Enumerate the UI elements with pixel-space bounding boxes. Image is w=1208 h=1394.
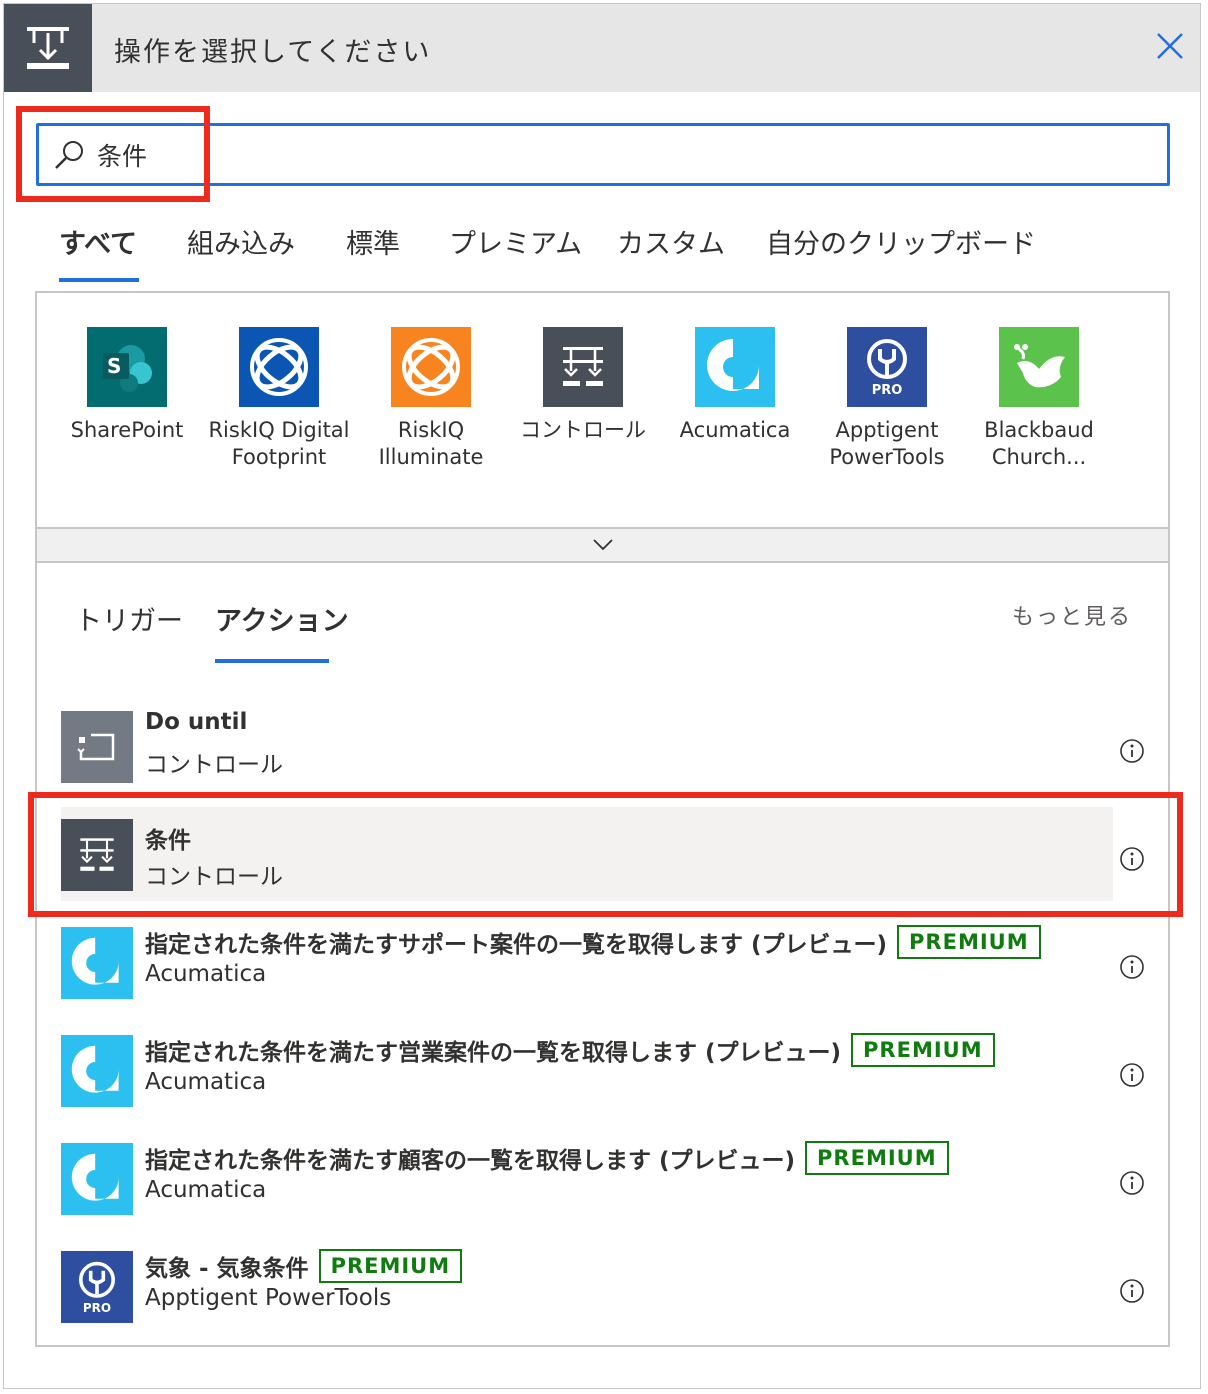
actions-section: トリガー アクション もっと見る Do until コントロール 条件 コントロ… [35, 563, 1170, 1347]
premium-badge: PREMIUM [851, 1033, 995, 1067]
search-input[interactable] [97, 134, 1147, 176]
subtab-triggers[interactable]: トリガー [75, 599, 183, 638]
action-picker-panel: 操作を選択してください すべて 組み込み 標準 プレミアム カスタム 自分のクリ… [3, 3, 1201, 1389]
connector-acumatica[interactable]: Acumatica [660, 327, 810, 444]
sharepoint-icon: S [87, 327, 167, 407]
riskiq-illuminate-icon [391, 327, 471, 407]
pro-label: PRO [82, 1301, 112, 1315]
action-weather-conditions[interactable]: PRO 気象 - 気象条件 PREMIUM Apptigent PowerTool… [61, 1249, 1113, 1349]
info-icon[interactable] [1119, 1062, 1145, 1088]
acumatica-icon [61, 927, 133, 999]
action-connector-name: Apptigent PowerTools [145, 1285, 392, 1311]
action-title: 条件 [145, 828, 191, 854]
pro-label: PRO [871, 383, 903, 398]
premium-badge: PREMIUM [318, 1249, 463, 1283]
apptigent-icon: PRO [847, 327, 927, 407]
connector-riskiq-illuminate[interactable]: RiskIQ Illuminate [356, 327, 506, 471]
chevron-down-icon [592, 539, 613, 551]
acumatica-icon [695, 327, 775, 407]
action-title: Do until [145, 709, 248, 735]
action-do-until[interactable]: Do until コントロール [61, 709, 1113, 809]
control-header-icon [4, 4, 92, 92]
connector-blackbaud[interactable]: Blackbaud Church... [964, 327, 1114, 471]
category-tabs: すべて 組み込み 標準 プレミアム カスタム 自分のクリップボード [4, 216, 1200, 286]
action-title: 指定された条件を満たすサポート案件の一覧を取得します (プレビュー) PREMIU… [145, 925, 1041, 959]
active-tab-indicator [59, 278, 139, 282]
see-more-link[interactable]: もっと見る [1012, 599, 1132, 631]
connector-apptigent[interactable]: PRO Apptigent PowerTools [812, 327, 962, 471]
action-acumatica-support-cases[interactable]: 指定された条件を満たすサポート案件の一覧を取得します (プレビュー) PREMIU… [61, 925, 1113, 1025]
connector-label: RiskIQ Illuminate [378, 418, 484, 469]
search-box [36, 123, 1170, 186]
premium-badge: PREMIUM [897, 925, 1041, 959]
panel-header: 操作を選択してください [4, 4, 1200, 92]
connector-label: SharePoint [70, 418, 184, 442]
action-connector-name: Acumatica [145, 1177, 267, 1203]
action-connector-name: Acumatica [145, 1069, 267, 1095]
action-connector-name: コントロール [145, 864, 283, 890]
action-title: 指定された条件を満たす顧客の一覧を取得します (プレビュー) PREMIUM [145, 1141, 949, 1175]
close-icon[interactable] [1150, 26, 1190, 66]
connector-label: Apptigent PowerTools [829, 418, 945, 469]
connector-label: RiskIQ Digital Footprint [208, 418, 350, 469]
info-icon[interactable] [1119, 1278, 1145, 1304]
connector-control[interactable]: コントロール [508, 327, 658, 444]
control-icon [543, 327, 623, 407]
acumatica-icon [61, 1143, 133, 1215]
tab-standard[interactable]: 標準 [346, 222, 400, 261]
info-icon[interactable] [1119, 738, 1145, 764]
info-icon[interactable] [1119, 954, 1145, 980]
action-title: 気象 - 気象条件 PREMIUM [145, 1249, 463, 1283]
subtab-actions[interactable]: アクション [215, 599, 349, 638]
info-icon[interactable] [1119, 846, 1145, 872]
tab-all[interactable]: すべて [59, 222, 137, 261]
premium-badge: PREMIUM [805, 1141, 949, 1175]
sharepoint-icon-letter: S [107, 354, 122, 378]
acumatica-icon [61, 1035, 133, 1107]
action-condition[interactable]: 条件 コントロール [61, 807, 1113, 901]
tab-premium[interactable]: プレミアム [449, 222, 582, 261]
do-until-icon [61, 711, 133, 783]
active-subtab-indicator [215, 659, 329, 663]
connector-label: Acumatica [679, 418, 791, 442]
connector-sharepoint[interactable]: S SharePoint [52, 327, 202, 444]
action-connector-name: コントロール [145, 752, 283, 778]
tab-custom[interactable]: カスタム [617, 222, 725, 261]
expand-connectors-button[interactable] [35, 527, 1170, 563]
panel-title: 操作を選択してください [114, 37, 432, 68]
info-icon[interactable] [1119, 1170, 1145, 1196]
tab-clipboard[interactable]: 自分のクリップボード [766, 222, 1036, 261]
blackbaud-dove-icon [999, 327, 1079, 407]
action-acumatica-opportunities[interactable]: 指定された条件を満たす営業案件の一覧を取得します (プレビュー) PREMIUM … [61, 1033, 1113, 1133]
connector-grid: S SharePoint RiskIQ Digital Footprint Ri… [35, 291, 1170, 527]
search-icon [55, 141, 83, 169]
connector-label: コントロール [520, 418, 646, 442]
riskiq-digital-icon [239, 327, 319, 407]
action-connector-name: Acumatica [145, 961, 267, 987]
apptigent-icon: PRO [61, 1251, 133, 1323]
connector-label: Blackbaud Church... [984, 418, 1094, 469]
action-acumatica-customers[interactable]: 指定された条件を満たす顧客の一覧を取得します (プレビュー) PREMIUM Ac… [61, 1141, 1113, 1241]
connector-riskiq-digital[interactable]: RiskIQ Digital Footprint [204, 327, 354, 471]
tab-builtin[interactable]: 組み込み [187, 222, 295, 261]
control-icon [61, 819, 133, 891]
action-title: 指定された条件を満たす営業案件の一覧を取得します (プレビュー) PREMIUM [145, 1033, 995, 1067]
